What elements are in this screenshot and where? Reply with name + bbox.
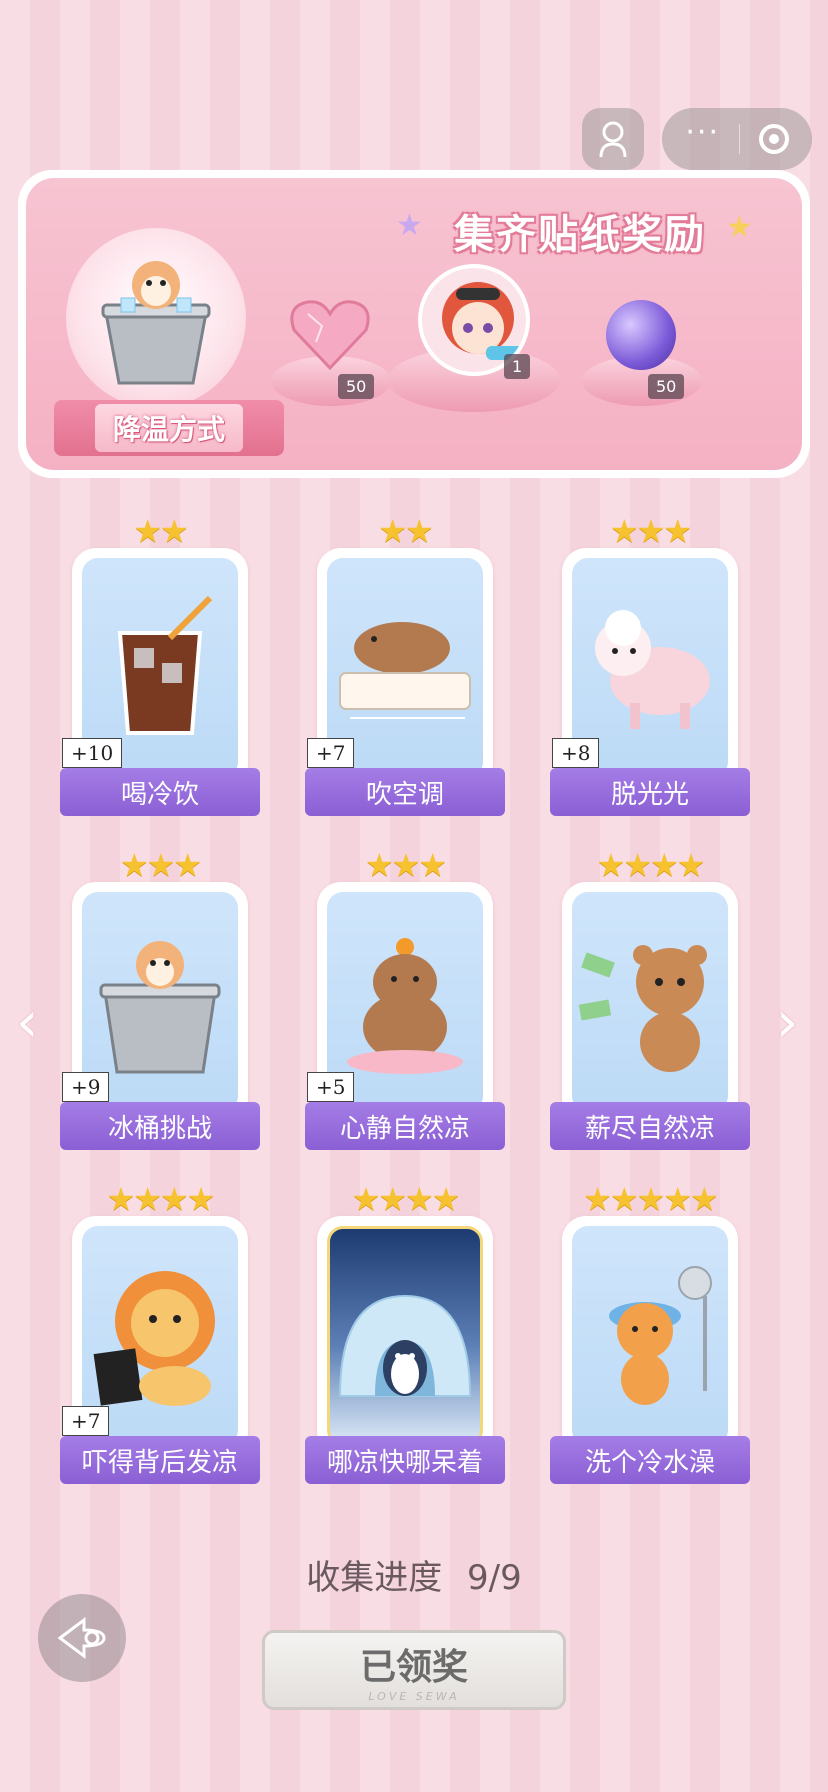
rarity-stars: ★★★ bbox=[364, 846, 447, 884]
reward-count: 50 bbox=[648, 374, 685, 399]
card-label: 心静自然凉 bbox=[305, 1102, 505, 1150]
heart-gem-icon[interactable] bbox=[288, 296, 372, 372]
purple-orb-icon[interactable] bbox=[606, 300, 676, 370]
banner-title: 集齐贴纸奖励 bbox=[454, 212, 706, 258]
back-button[interactable] bbox=[38, 1594, 126, 1682]
rarity-stars: ★★★★ bbox=[596, 846, 706, 884]
rarity-stars: ★★★★ bbox=[106, 1180, 216, 1218]
capsule-divider bbox=[738, 124, 740, 154]
sticker-card[interactable]: ★★★★ +7 吓得背后发凉 bbox=[60, 1180, 260, 1484]
sticker-card[interactable]: ★★★★★ 洗个冷水澡 bbox=[550, 1180, 750, 1484]
progress-label: 收集进度 bbox=[306, 1558, 443, 1598]
card-label: 吹空调 bbox=[305, 768, 505, 816]
bonus-tag: +5 bbox=[307, 1072, 355, 1102]
claim-button-label: 已领奖 bbox=[359, 1645, 468, 1688]
claimed-reward-button[interactable]: 已领奖 LOVE SEWA bbox=[262, 1630, 566, 1710]
penguin-igloo-icon bbox=[338, 1294, 472, 1397]
scared-lion-icon bbox=[93, 1271, 215, 1406]
more-menu-button[interactable]: ··· bbox=[685, 118, 720, 148]
rarity-stars: ★★★★★ bbox=[583, 1180, 718, 1218]
rarity-stars: ★★★ bbox=[609, 512, 692, 550]
hamster-ice-bucket-icon bbox=[99, 941, 221, 1074]
cat-shower-icon bbox=[609, 1266, 712, 1405]
avatar-button[interactable] bbox=[582, 108, 644, 170]
card-label: 洗个冷水澡 bbox=[550, 1436, 750, 1484]
bonus-tag: +8 bbox=[552, 738, 600, 768]
reward-count: 1 bbox=[504, 354, 531, 379]
card-label: 哪凉快哪呆着 bbox=[305, 1436, 505, 1484]
sticker-card[interactable]: ★★★★ 哪凉快哪呆着 bbox=[305, 1180, 505, 1484]
card-label: 吓得背后发凉 bbox=[60, 1436, 260, 1484]
sticker-card[interactable]: ★★★★ 薪尽自然凉 bbox=[550, 846, 750, 1150]
card-label: 喝冷饮 bbox=[60, 768, 260, 816]
bonus-tag: +10 bbox=[62, 738, 123, 768]
rarity-stars: ★★ bbox=[133, 512, 188, 550]
sticker-card[interactable]: ★★ +7 吹空调 bbox=[305, 512, 505, 816]
hamster-bucket-badge bbox=[66, 228, 246, 408]
progress-value: 9/9 bbox=[467, 1558, 522, 1598]
card-label: 冰桶挑战 bbox=[60, 1102, 260, 1150]
reward-banner: ★ ★ 集齐贴纸奖励 降温方式 50 1 50 bbox=[18, 170, 810, 478]
sticker-card[interactable]: ★★★ +8 脱光光 bbox=[550, 512, 750, 816]
mini-program-capsule: ··· bbox=[662, 108, 812, 170]
bonus-tag: +7 bbox=[307, 738, 355, 768]
card-label: 薪尽自然凉 bbox=[550, 1102, 750, 1150]
capybara-air-conditioner-icon bbox=[339, 622, 471, 719]
meditating-capybara-icon bbox=[347, 938, 463, 1074]
sticker-card[interactable]: ★★★ +5 心静自然凉 bbox=[305, 846, 505, 1150]
next-page-arrow-icon[interactable]: › bbox=[776, 990, 798, 1055]
reward-count: 50 bbox=[338, 374, 375, 399]
prev-page-arrow-icon[interactable]: ‹ bbox=[16, 990, 38, 1055]
sticker-card[interactable]: ★★ +10 喝冷饮 bbox=[60, 512, 260, 816]
rarity-stars: ★★ bbox=[378, 512, 433, 550]
bonus-tag: +7 bbox=[62, 1406, 110, 1436]
star-decoration-icon: ★ bbox=[726, 210, 753, 245]
star-decoration-icon: ★ bbox=[396, 208, 423, 243]
user-icon bbox=[599, 121, 627, 158]
sheared-sheep-icon bbox=[595, 610, 710, 729]
iced-drink-icon bbox=[117, 595, 213, 735]
rarity-stars: ★★★ bbox=[119, 846, 202, 884]
badge-label: 降温方式 bbox=[94, 404, 243, 452]
close-button[interactable] bbox=[758, 124, 789, 154]
hamster-ice-bucket-icon bbox=[101, 261, 211, 385]
back-arrow-icon bbox=[57, 1617, 106, 1659]
bonus-tag: +9 bbox=[62, 1072, 110, 1102]
collection-progress: 收集进度 9/9 bbox=[0, 1550, 828, 1599]
rarity-stars: ★★★★ bbox=[351, 1180, 461, 1218]
claim-button-sublabel: LOVE SEWA bbox=[368, 1689, 460, 1703]
badge-ribbon: 降温方式 bbox=[54, 400, 284, 456]
card-label: 脱光光 bbox=[550, 768, 750, 816]
crying-bear-money-icon bbox=[578, 945, 707, 1072]
sticker-card[interactable]: ★★★ +9 冰桶挑战 bbox=[60, 846, 260, 1150]
